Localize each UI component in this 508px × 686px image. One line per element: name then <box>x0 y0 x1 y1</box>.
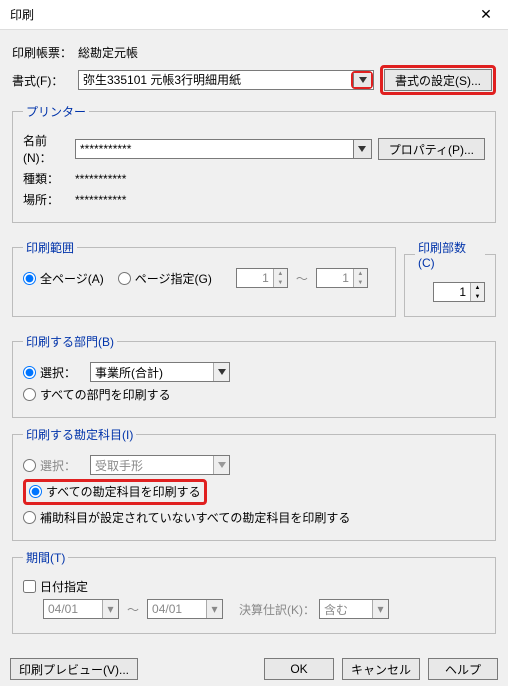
page-to-spin[interactable]: 1 ▲▼ <box>316 268 368 288</box>
tilde: ～ <box>296 270 308 287</box>
print-form-label: 印刷帳票： <box>12 44 78 61</box>
titlebar: 印刷 ✕ <box>0 0 508 30</box>
page-spec-radio[interactable]: ページ指定(G) <box>118 270 212 287</box>
printer-name-label: 名前(N)： <box>23 132 75 166</box>
footer: 印刷プレビュー(V)... OK キャンセル ヘルプ <box>0 652 508 686</box>
period-from: 04/01 ▾ <box>43 599 119 619</box>
chevron-down-icon[interactable] <box>353 73 371 87</box>
chevron-down-icon[interactable] <box>353 140 371 158</box>
printer-location-value: *********** <box>75 193 126 207</box>
printer-name-combo[interactable]: *********** <box>75 139 372 159</box>
ok-button[interactable]: OK <box>264 658 334 680</box>
account-aux-radio[interactable]: 補助科目が設定されていないすべての勘定科目を印刷する <box>23 509 350 526</box>
period-group: 期間(T) 日付指定 04/01 ▾ ～ 04/01 ▾ 決算仕訳(K)： 含む… <box>12 549 496 634</box>
printer-name-text: *********** <box>76 140 353 158</box>
account-group: 印刷する勘定科目(I) 選択： 受取手形 すべての勘定科目を印刷する 補助科目が… <box>12 426 496 541</box>
print-range-legend: 印刷範囲 <box>23 239 77 256</box>
dept-select-radio[interactable]: 選択： <box>23 364 76 381</box>
tilde: ～ <box>127 601 139 618</box>
format-settings-button[interactable]: 書式の設定(S)... <box>384 69 492 91</box>
dialog-content: 印刷帳票： 総勘定元帳 書式(F)： 弥生335101 元帳3行明細用紙 書式の… <box>0 30 508 652</box>
account-select-radio[interactable]: 選択： <box>23 457 76 474</box>
printer-properties-button[interactable]: プロパティ(P)... <box>378 138 485 160</box>
dept-group: 印刷する部門(B) 選択： 事業所(合計) すべての部門を印刷する <box>12 333 496 418</box>
help-button[interactable]: ヘルプ <box>428 658 498 680</box>
chevron-down-icon: ▾ <box>102 600 118 618</box>
printer-type-label: 種類： <box>23 170 75 187</box>
copies-spin[interactable]: 1 ▲▼ <box>433 282 485 302</box>
dept-select-combo[interactable]: 事業所(合計) <box>90 362 230 382</box>
dept-all-radio[interactable]: すべての部門を印刷する <box>23 386 171 403</box>
down-icon[interactable]: ▼ <box>354 278 367 287</box>
down-icon[interactable]: ▼ <box>274 278 287 287</box>
closing-combo: 含む ▾ <box>319 599 389 619</box>
cancel-button[interactable]: キャンセル <box>342 658 420 680</box>
period-to: 04/01 ▾ <box>147 599 223 619</box>
format-label: 書式(F)： <box>12 72 78 89</box>
chevron-down-icon: ▾ <box>372 600 388 618</box>
all-pages-radio[interactable]: 全ページ(A) <box>23 270 104 287</box>
close-icon: ✕ <box>480 6 492 23</box>
date-spec-checkbox[interactable]: 日付指定 <box>23 578 88 595</box>
dept-legend: 印刷する部門(B) <box>23 333 117 350</box>
print-form-value: 総勘定元帳 <box>78 44 138 61</box>
up-icon[interactable]: ▲ <box>354 269 367 278</box>
up-icon[interactable]: ▲ <box>471 283 484 292</box>
account-all-radio[interactable]: すべての勘定科目を印刷する <box>29 483 201 500</box>
format-combo[interactable]: 弥生335101 元帳3行明細用紙 <box>78 70 374 90</box>
printer-group: プリンター 名前(N)： *********** プロパティ(P)... 種類：… <box>12 103 496 223</box>
period-legend: 期間(T) <box>23 549 68 566</box>
print-preview-button[interactable]: 印刷プレビュー(V)... <box>10 658 138 680</box>
page-from-spin[interactable]: 1 ▲▼ <box>236 268 288 288</box>
chevron-down-icon: ▾ <box>206 600 222 618</box>
printer-type-value: *********** <box>75 172 126 186</box>
chevron-down-icon <box>213 456 229 474</box>
account-legend: 印刷する勘定科目(I) <box>23 426 136 443</box>
up-icon[interactable]: ▲ <box>274 269 287 278</box>
copies-group: 印刷部数(C) 1 ▲▼ <box>404 239 496 317</box>
account-select-combo: 受取手形 <box>90 455 230 475</box>
closing-label: 決算仕訳(K)： <box>239 601 315 618</box>
close-button[interactable]: ✕ <box>464 0 508 30</box>
printer-location-label: 場所： <box>23 191 75 208</box>
chevron-down-icon[interactable] <box>213 363 229 381</box>
format-combo-text: 弥生335101 元帳3行明細用紙 <box>79 71 351 89</box>
down-icon[interactable]: ▼ <box>471 292 484 301</box>
copies-legend: 印刷部数(C) <box>415 239 485 270</box>
print-range-group: 印刷範囲 全ページ(A) ページ指定(G) 1 ▲▼ ～ 1 ▲▼ <box>12 239 396 317</box>
window-title: 印刷 <box>10 6 464 23</box>
printer-legend: プリンター <box>23 103 89 120</box>
